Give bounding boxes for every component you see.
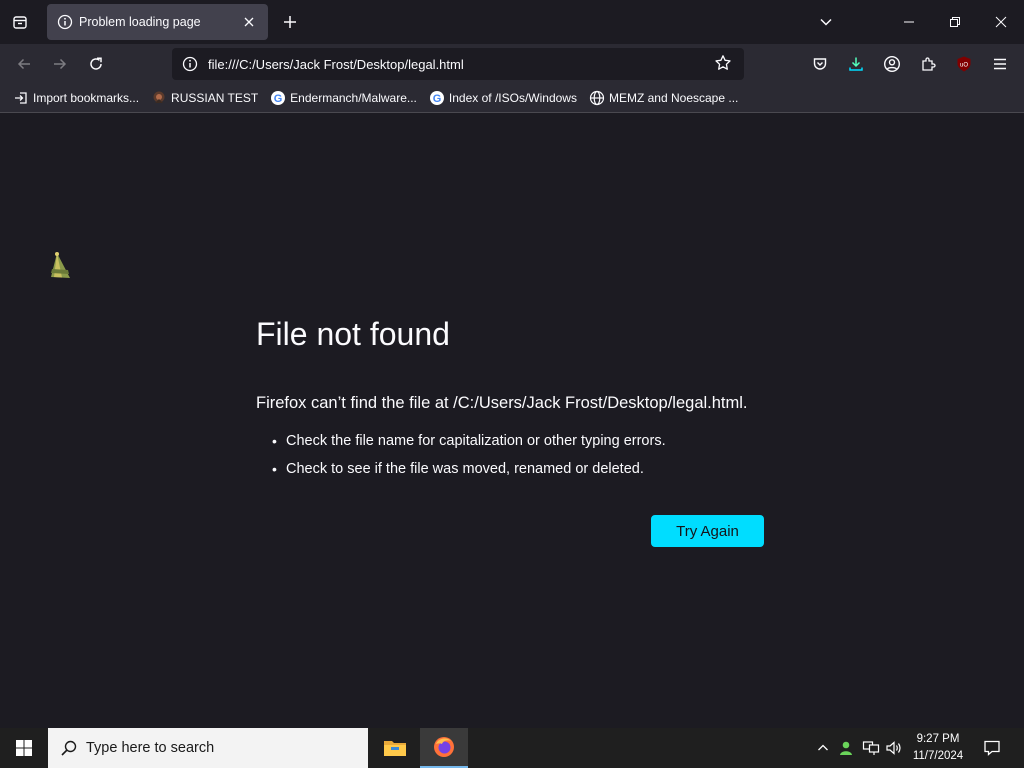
- firefox-taskbar-button[interactable]: [420, 728, 468, 768]
- svg-text:uO: uO: [960, 63, 968, 69]
- url-bar[interactable]: file:///C:/Users/Jack Frost/Desktop/lega…: [172, 48, 744, 80]
- menu-button[interactable]: [986, 50, 1014, 78]
- bookmark-label: Endermanch/Malware...: [290, 91, 417, 105]
- bookmarks-toolbar: Import bookmarks... RUSSIAN TEST G Ender…: [0, 84, 1024, 113]
- start-button[interactable]: [0, 728, 48, 768]
- download-icon: [849, 57, 863, 71]
- forward-button[interactable]: [46, 50, 74, 78]
- globe-icon: [589, 90, 605, 106]
- tab-strip: Problem loading page: [0, 0, 1024, 44]
- restore-button[interactable]: [932, 0, 978, 44]
- tip-text: Check to see if the file was moved, rena…: [286, 461, 644, 477]
- folder-icon: [384, 741, 406, 756]
- network-button[interactable]: [860, 728, 882, 768]
- extensions-button[interactable]: [914, 50, 942, 78]
- tab-title: Problem loading page: [79, 15, 201, 29]
- tip-text: Check the file name for capitalization o…: [286, 433, 666, 449]
- plus-icon: [284, 16, 296, 28]
- google-icon: G: [270, 90, 286, 106]
- notification-icon: [984, 740, 1000, 756]
- pocket-icon: [813, 58, 827, 70]
- firefox-icon: [434, 737, 454, 757]
- chevron-down-icon: [820, 18, 832, 26]
- error-tips-list: • Check the file name for capitalization …: [272, 431, 666, 487]
- error-title: File not found: [256, 316, 450, 352]
- puzzle-icon: [922, 57, 936, 71]
- close-icon: [995, 16, 1007, 28]
- notifications-button[interactable]: [978, 728, 1006, 768]
- page-content: File not found Firefox can’t find the fi…: [0, 113, 1024, 728]
- bookmark-label: RUSSIAN TEST: [171, 91, 259, 105]
- search-placeholder: Type here to search: [86, 740, 215, 756]
- bookmark-label: Index of /ISOs/Windows: [448, 91, 577, 105]
- search-icon: [61, 740, 77, 756]
- bookmark-label: MEMZ and Noescape ...: [608, 91, 739, 105]
- bookmark-memz[interactable]: MEMZ and Noescape ...: [586, 87, 741, 109]
- bookmark-import[interactable]: Import bookmarks...: [10, 87, 142, 109]
- taskbar-clock[interactable]: 9:27 PM 11/7/2024: [906, 731, 970, 765]
- restore-icon: [950, 17, 960, 27]
- chevron-up-icon: [818, 744, 828, 751]
- clock-date: 11/7/2024: [912, 750, 964, 762]
- user-tray-icon: [840, 741, 852, 755]
- account-button[interactable]: [878, 50, 906, 78]
- site-info-icon[interactable]: [182, 56, 198, 72]
- list-item: • Check the file name for capitalization …: [272, 433, 666, 449]
- arrow-right-icon: [54, 58, 67, 70]
- pocket-button[interactable]: [806, 50, 834, 78]
- info-icon: [57, 14, 73, 30]
- bookmark-endermanch[interactable]: G Endermanch/Malware...: [267, 87, 420, 109]
- reload-icon: [90, 57, 102, 70]
- cone-sprite-icon: [48, 251, 74, 281]
- firefox-view-button[interactable]: [6, 8, 34, 36]
- close-window-button[interactable]: [978, 0, 1024, 44]
- ublock-origin-button[interactable]: uO: [950, 50, 978, 78]
- account-icon: [883, 55, 901, 73]
- network-icon: [862, 741, 880, 755]
- windows-logo-icon: [16, 740, 32, 756]
- navigation-toolbar: file:///C:/Users/Jack Frost/Desktop/lega…: [0, 44, 1024, 84]
- clock-time: 9:27 PM: [916, 733, 960, 745]
- error-description: Firefox can’t find the file at /C:/Users…: [256, 394, 748, 412]
- close-tab-icon[interactable]: [240, 13, 258, 31]
- tab-active[interactable]: Problem loading page: [47, 4, 268, 40]
- arrow-left-icon: [17, 58, 30, 70]
- import-icon: [13, 90, 29, 106]
- file-explorer-button[interactable]: [371, 728, 419, 768]
- back-button[interactable]: [10, 50, 38, 78]
- minimize-icon: [904, 21, 914, 23]
- list-all-tabs-button[interactable]: [814, 10, 838, 34]
- volume-button[interactable]: [884, 728, 904, 768]
- new-tab-button[interactable]: [278, 10, 302, 34]
- minimize-button[interactable]: [886, 0, 932, 44]
- ublock-icon: uO: [957, 56, 971, 72]
- reload-button[interactable]: [82, 50, 110, 78]
- speaker-icon: [886, 741, 901, 755]
- svg-text:G: G: [274, 93, 283, 105]
- try-again-button[interactable]: Try Again: [651, 515, 764, 547]
- google-icon: G: [429, 90, 445, 106]
- show-hidden-icons-button[interactable]: [814, 728, 832, 768]
- bookmark-star-icon[interactable]: [714, 54, 734, 74]
- site-favicon: [151, 90, 167, 106]
- url-text[interactable]: file:///C:/Users/Jack Frost/Desktop/lega…: [208, 57, 714, 72]
- hamburger-icon: [994, 58, 1006, 70]
- bookmark-label: Import bookmarks...: [33, 91, 140, 105]
- taskbar: Type here to search 9:27 PM 11/7/2024: [0, 728, 1024, 768]
- svg-text:G: G: [433, 93, 442, 105]
- downloads-button[interactable]: [842, 50, 870, 78]
- firefox-view-icon: [13, 16, 27, 29]
- taskbar-search-box[interactable]: Type here to search: [48, 728, 368, 768]
- list-item: • Check to see if the file was moved, ren…: [272, 461, 644, 477]
- bookmark-index-isos[interactable]: G Index of /ISOs/Windows: [426, 87, 580, 109]
- bookmark-russian-test[interactable]: RUSSIAN TEST: [148, 87, 261, 109]
- user-tray-button[interactable]: [836, 728, 856, 768]
